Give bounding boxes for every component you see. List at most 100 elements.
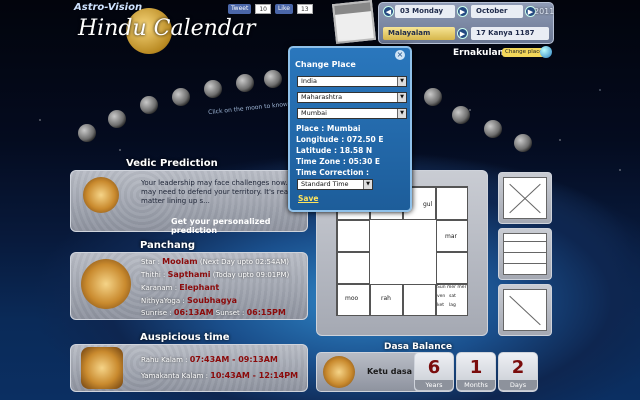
ketu-deity-icon — [323, 356, 355, 388]
dasa-days: 2 — [511, 357, 525, 378]
moon-phase-icon[interactable] — [78, 124, 96, 142]
planet-mar: mar — [445, 233, 457, 240]
dialog-title: Change Place — [295, 60, 356, 69]
city-select[interactable]: Mumbai ▼ — [297, 108, 407, 119]
calendar-type-arrow-icon[interactable]: ▶ — [457, 28, 468, 39]
moon-phase-icon[interactable] — [424, 88, 442, 106]
yoga-value: Soubhagya — [186, 296, 238, 305]
prediction-text: Your leadership may face challenges now.… — [141, 179, 303, 205]
rahu-kalam-row: Rahu Kalam : 07:43AM - 09:13AM — [141, 355, 278, 364]
moon-phase-icon[interactable] — [172, 88, 190, 106]
moon-phase-icon[interactable] — [264, 70, 282, 88]
sunset-value: 06:15PM — [246, 308, 286, 317]
dasa-name: Ketu dasa — [367, 367, 413, 376]
planet-rah: rah — [381, 295, 391, 302]
planet-sun-mer: Sun mer mer — [437, 285, 467, 290]
planet-ven: ven — [437, 294, 446, 299]
planet-lag: lag — [449, 303, 456, 308]
day-selector[interactable]: 03 Monday — [395, 5, 455, 18]
logo-title: Hindu Calendar — [78, 16, 256, 41]
moon-phase-icon[interactable] — [108, 110, 126, 128]
dasa-months-label: Months — [457, 380, 495, 390]
chevron-down-icon: ▼ — [363, 180, 372, 189]
dasa-years-label: Years — [415, 380, 453, 390]
latitude-info: Latitude : 18.58 N — [296, 146, 373, 155]
next-day-arrow-icon[interactable]: ▶ — [457, 6, 468, 17]
longitude-info: Longitude : 072.50 E — [296, 135, 384, 144]
change-place-dialog: × Change Place India ▼ Maharashtra ▼ Mumba… — [288, 46, 412, 212]
moon-phase-icon[interactable] — [204, 80, 222, 98]
like-button[interactable]: Like — [274, 4, 293, 14]
sun-row: Sunrise : 06:13AM Sunset : 06:15PM — [141, 308, 286, 317]
moon-phase-icon[interactable] — [452, 106, 470, 124]
logo[interactable]: Astro-Vision Hindu Calendar — [74, 2, 256, 54]
brand-name: Astro-Vision — [74, 2, 143, 13]
dasa-days-label: Days — [499, 380, 537, 390]
sunrise-value: 06:13AM — [173, 308, 214, 317]
moon-phase-icon[interactable] — [236, 74, 254, 92]
thithi-value: Sapthami — [167, 270, 211, 279]
close-icon[interactable]: × — [395, 50, 405, 60]
yamakanta-kalam-row: Yamakanta Kalam : 10:43AM - 12:14PM — [141, 371, 299, 380]
mini-chart-south[interactable] — [498, 228, 552, 280]
karanam-value: Elephant — [179, 283, 220, 292]
planet-sat: sat — [449, 294, 456, 299]
rahu-kalam-value: 07:43AM - 09:13AM — [189, 355, 278, 364]
dasa-months: 1 — [469, 357, 483, 378]
thithi-row: Thithi : Sapthami (Today upto 09:01PM) — [141, 270, 290, 279]
chevron-down-icon: ▼ — [397, 109, 406, 118]
panchang-panel: Star : Moolam (Next Day upto 02:54AM) Th… — [70, 252, 308, 320]
auspicious-time-title: Auspicious time — [140, 332, 230, 343]
place-info: Place : Mumbai — [296, 124, 361, 133]
dasa-years: 6 — [427, 357, 441, 378]
dasa-balance-title: Dasa Balance — [384, 342, 453, 352]
country-select[interactable]: India ▼ — [297, 76, 407, 87]
social-bar: Tweet 10 Like 13 — [228, 4, 313, 14]
dasa-years-box: 6 Years — [414, 352, 454, 392]
auspicious-time-panel: Rahu Kalam : 07:43AM - 09:13AM Yamakanta… — [70, 344, 308, 392]
panchang-title: Panchang — [140, 240, 195, 251]
vedic-prediction-title: Vedic Prediction — [126, 158, 218, 169]
tweet-count: 10 — [255, 4, 271, 14]
mini-chart-north[interactable] — [498, 172, 552, 224]
timezone-info: Time Zone : 05:30 E — [296, 157, 381, 166]
state-select[interactable]: Maharashtra ▼ — [297, 92, 407, 103]
like-count: 13 — [296, 4, 313, 14]
chevron-down-icon: ▼ — [397, 93, 406, 102]
planet-moo: moo — [345, 295, 359, 302]
moon-phase-icon[interactable] — [514, 134, 532, 152]
moon-phase-icon[interactable] — [484, 120, 502, 138]
date-panel: ◀ 03 Monday ▶ October ▶ 2011 Malayalam ▶… — [378, 2, 554, 44]
star-value: Moolam — [162, 257, 198, 266]
star-row: Star : Moolam (Next Day upto 02:54AM) — [141, 257, 290, 266]
moon-phase-icon[interactable] — [140, 96, 158, 114]
yoga-row: NithyaYoga : Soubhagya — [141, 296, 238, 305]
karanam-row: Karanam : Elephant — [141, 283, 220, 292]
time-correction-select[interactable]: Standard Time ▼ — [297, 179, 373, 190]
planet-gul: gul — [423, 201, 433, 208]
calendar-type-selector[interactable]: Malayalam — [383, 27, 455, 40]
vedic-prediction-panel: Your leadership may face challenges now.… — [70, 170, 308, 235]
month-selector[interactable]: October — [471, 5, 523, 18]
dasa-months-box: 1 Months — [456, 352, 496, 392]
globe-icon[interactable] — [540, 46, 552, 58]
sun-deity-icon — [81, 259, 131, 309]
personalized-prediction-link[interactable]: Get your personalized prediction — [171, 217, 307, 235]
year-label[interactable]: 2011 — [534, 7, 554, 16]
current-place: Ernakulam — [453, 48, 507, 58]
save-button[interactable]: Save — [298, 194, 318, 203]
yamakanta-kalam-value: 10:43AM - 12:14PM — [210, 371, 299, 380]
thithi-note: (Today upto 09:01PM) — [212, 271, 290, 279]
prev-day-arrow-icon[interactable]: ◀ — [383, 6, 394, 17]
tweet-button[interactable]: Tweet — [228, 4, 252, 14]
dasa-days-box: 2 Days — [498, 352, 538, 392]
calendar-icon[interactable] — [332, 0, 376, 44]
planet-ket: ket — [437, 303, 444, 308]
chevron-down-icon: ▼ — [397, 77, 406, 86]
star-note: (Next Day upto 02:54AM) — [199, 258, 290, 266]
regional-date: 17 Kanya 1187 — [471, 27, 549, 40]
mini-chart-east[interactable] — [498, 284, 552, 336]
time-correction-label: Time Correction : — [296, 168, 370, 177]
deity-mask-icon — [81, 347, 123, 389]
sun-face-icon — [83, 177, 119, 213]
